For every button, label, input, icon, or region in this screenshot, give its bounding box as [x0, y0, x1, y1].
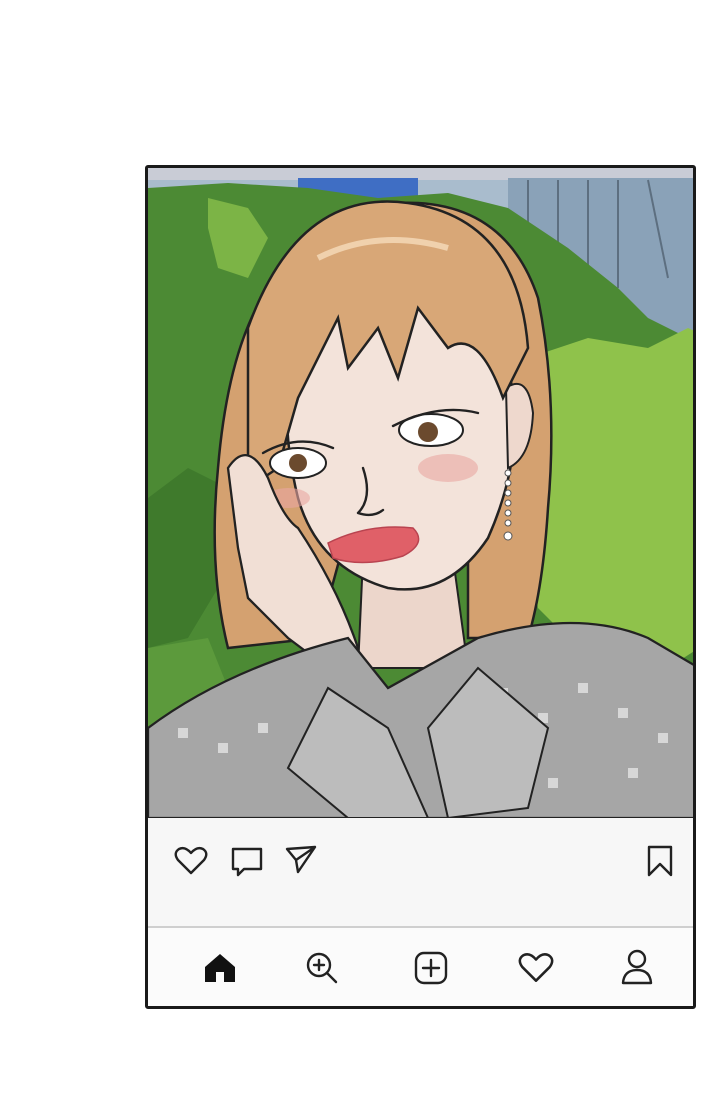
activity-heart-icon[interactable]	[518, 952, 554, 989]
bottom-nav	[148, 928, 693, 1006]
profile-icon[interactable]	[620, 948, 654, 991]
paper-plane-icon[interactable]	[284, 842, 318, 881]
phone-frame	[145, 165, 696, 1009]
home-icon[interactable]	[202, 950, 238, 991]
post-image[interactable]	[148, 168, 693, 818]
search-icon[interactable]	[304, 950, 340, 991]
add-post-icon[interactable]	[413, 950, 449, 991]
post-illustration	[148, 168, 693, 818]
post-action-bar	[148, 818, 693, 926]
bookmark-icon[interactable]	[645, 844, 675, 883]
heart-outline-icon[interactable]	[174, 846, 208, 881]
comment-icon[interactable]	[230, 846, 264, 883]
